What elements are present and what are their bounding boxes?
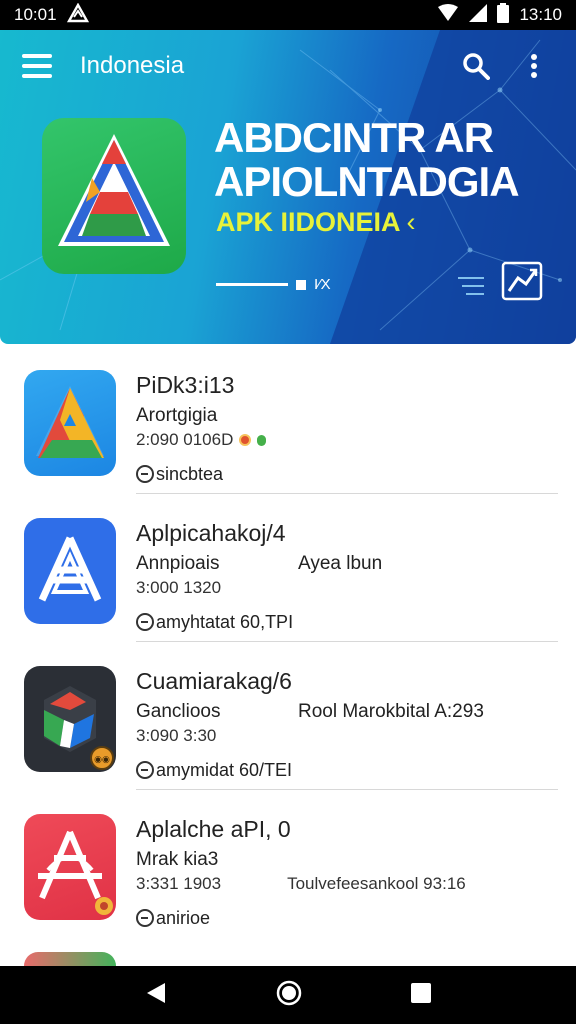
banner-title: ABDCINTR AR APIOLNTADGIA bbox=[214, 114, 520, 205]
tag-icon bbox=[136, 909, 154, 927]
status-bar: 10:01 13:10 bbox=[0, 0, 576, 30]
battery-icon bbox=[497, 2, 510, 28]
banner-subtitle: APK IIDONEIA ‹ bbox=[216, 207, 416, 238]
wifi-icon bbox=[437, 3, 459, 27]
app-developer: Toulvefeesankool 93:16 bbox=[287, 874, 466, 893]
app-category-text: Ganclioos bbox=[136, 701, 221, 722]
notification-icon bbox=[66, 2, 89, 28]
app-icon[interactable] bbox=[24, 370, 116, 476]
status-time-left: 10:01 bbox=[14, 5, 57, 24]
tag-icon bbox=[136, 761, 154, 779]
app-name: PiDk3:i13 bbox=[136, 372, 235, 398]
app-category: Annpioais Ayea lbun bbox=[136, 552, 558, 576]
app-tag: amyhtatat 60,TPI bbox=[136, 610, 558, 634]
signal-icon bbox=[469, 3, 488, 27]
svg-text:◉◉: ◉◉ bbox=[94, 755, 110, 765]
app-icon[interactable] bbox=[24, 952, 116, 966]
bars-icon bbox=[456, 274, 486, 298]
app-info: Cuamiarakag/6 Ganclioos Rool Marokbital … bbox=[136, 666, 558, 782]
banner-page-indicator: I⁄X bbox=[216, 276, 331, 293]
app-tag: amymidat 60/TEI bbox=[136, 758, 558, 782]
app-meta-text: 3:331 1903 bbox=[136, 874, 222, 893]
search-icon[interactable] bbox=[456, 46, 496, 86]
system-nav-bar bbox=[0, 966, 576, 1024]
app-meta-text: 3:000 1320 bbox=[136, 578, 222, 597]
app-info: Aplpicahakoj/4 Annpioais Ayea lbun 3:000… bbox=[136, 518, 558, 634]
app-name: Aplalche aPI, 0 bbox=[136, 816, 291, 842]
list-item[interactable]: Aplalche aPI, 0 Mrak kia3 3:331 1903 Tou… bbox=[0, 790, 576, 938]
app-tag-text: sincbtea bbox=[156, 464, 224, 484]
status-left: 10:01 bbox=[14, 2, 89, 28]
status-dot-icon bbox=[257, 434, 267, 446]
app-name: Cuamiarakag/6 bbox=[136, 668, 292, 694]
list-item[interactable]: PiDk3:i13 Arortgigia 2:090 0106D sincbte… bbox=[0, 346, 576, 494]
app-tag-text: amyhtatat 60,TPI bbox=[156, 612, 294, 632]
featured-app-icon[interactable] bbox=[42, 118, 186, 274]
chart-icon[interactable] bbox=[500, 258, 544, 302]
app-info: PiDk3:i13 Arortgigia 2:090 0106D sincbte… bbox=[136, 370, 558, 486]
app-name: Aplpicahakoj/4 bbox=[136, 520, 286, 546]
app-meta: 2:090 0106D bbox=[136, 430, 558, 450]
app-meta: 3:331 1903 Toulvefeesankool 93:16 bbox=[136, 874, 558, 894]
app-meta: 3:090 3:30 bbox=[136, 726, 558, 746]
back-icon[interactable] bbox=[145, 981, 167, 1010]
banner-title-line1: ABDCINTR AR bbox=[214, 114, 494, 161]
app-icon[interactable] bbox=[24, 814, 116, 920]
app-icon[interactable]: ◉◉ bbox=[24, 666, 116, 772]
app-category-text: Annpioais bbox=[136, 553, 220, 574]
indicator-text: I⁄X bbox=[314, 276, 331, 293]
app-category: Arortgigia bbox=[136, 405, 218, 426]
app-tag: anirioe bbox=[136, 906, 558, 930]
app-icon[interactable] bbox=[24, 518, 116, 624]
app-developer: Rool Marokbital A:293 bbox=[298, 701, 484, 722]
app-developer: Ayea lbun bbox=[298, 553, 383, 574]
status-right: 13:10 bbox=[437, 2, 562, 28]
app-category: Mrak kia3 bbox=[136, 849, 219, 870]
list-item[interactable]: Aplpicahakoj/4 Annpioais Ayea lbun 3:000… bbox=[0, 494, 576, 642]
app-category: Ganclioos Rool Marokbital A:293 bbox=[136, 700, 558, 724]
app-list: PiDk3:i13 Arortgigia 2:090 0106D sincbte… bbox=[0, 346, 576, 938]
home-icon[interactable] bbox=[276, 980, 302, 1011]
status-time-right: 13:10 bbox=[519, 5, 562, 24]
tag-icon bbox=[136, 613, 154, 631]
list-item[interactable]: ◉◉ Cuamiarakag/6 Ganclioos Rool Marokbit… bbox=[0, 642, 576, 790]
banner-subtitle-text: APK IIDONEIA bbox=[216, 207, 401, 237]
app-tag-text: anirioe bbox=[156, 908, 211, 928]
app-meta-text: 3:090 3:30 bbox=[136, 726, 217, 745]
app-meta: 3:000 1320 bbox=[136, 578, 558, 598]
status-dot-icon bbox=[239, 434, 252, 446]
app-tag-text: amymidat 60/TEI bbox=[156, 760, 293, 780]
toolbar: Indonesia bbox=[0, 30, 576, 102]
app-tag: sincbtea bbox=[136, 462, 558, 486]
app-info: Aplalche aPI, 0 Mrak kia3 3:331 1903 Tou… bbox=[136, 814, 558, 930]
tag-icon bbox=[136, 465, 154, 483]
header-banner: Indonesia ABDCINTR AR APIOLNTADGIA APK I… bbox=[0, 30, 576, 344]
indicator-dot[interactable] bbox=[296, 279, 306, 290]
indicator-bar bbox=[216, 283, 288, 286]
hamburger-menu-icon[interactable] bbox=[22, 54, 52, 78]
chevron-left-icon[interactable]: ‹ bbox=[407, 207, 416, 237]
toolbar-title: Indonesia bbox=[80, 52, 185, 79]
more-options-icon[interactable] bbox=[514, 46, 554, 86]
recents-icon[interactable] bbox=[411, 982, 432, 1008]
app-meta-text: 2:090 0106D bbox=[136, 430, 234, 449]
banner-title-line2: APIOLNTADGIA bbox=[214, 158, 520, 205]
